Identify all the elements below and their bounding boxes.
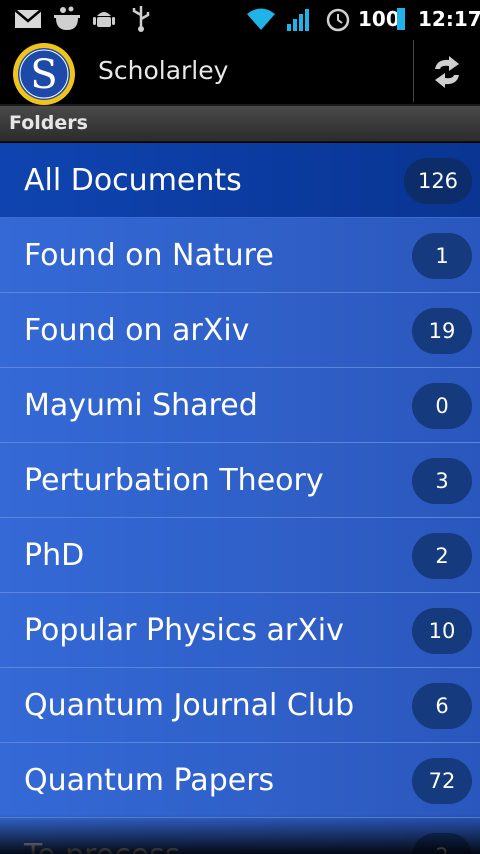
action-bar: S Scholarley <box>0 38 480 106</box>
cauldron-icon <box>54 6 80 30</box>
folder-count-badge: 19 <box>412 308 472 354</box>
folder-row-mayumi-shared[interactable]: Mayumi Shared 0 <box>0 368 480 443</box>
folder-row-quantum-journal-club[interactable]: Quantum Journal Club 6 <box>0 668 480 743</box>
folder-row-phd[interactable]: PhD 2 <box>0 518 480 593</box>
folder-label: Popular Physics arXiv <box>24 613 344 648</box>
clock: 12:17 <box>418 7 480 31</box>
folder-count-badge: 6 <box>412 683 472 729</box>
folder-label: Mayumi Shared <box>24 388 258 423</box>
folder-label: Found on arXiv <box>24 313 250 348</box>
folder-label: Quantum Papers <box>24 763 275 798</box>
app-title: Scholarley <box>98 56 229 85</box>
folder-label: PhD <box>24 538 85 573</box>
folder-row-found-on-arxiv[interactable]: Found on arXiv 19 <box>0 293 480 368</box>
folders-section-header: Folders <box>0 106 480 142</box>
refresh-button[interactable] <box>414 38 480 106</box>
folder-count-badge: 2 <box>412 833 472 854</box>
folder-label: All Documents <box>24 163 242 198</box>
section-title: Folders <box>9 112 88 134</box>
folder-count-badge: 10 <box>412 608 472 654</box>
usb-icon <box>132 6 150 32</box>
android-debug-icon <box>93 12 115 27</box>
refresh-icon <box>435 56 459 88</box>
folder-count-badge: 0 <box>412 383 472 429</box>
folder-label: To process <box>24 838 180 854</box>
gmail-icon <box>14 9 42 28</box>
folder-row-to-process[interactable]: To process 2 <box>0 818 480 854</box>
signal-icon <box>287 9 309 31</box>
folder-row-all-documents[interactable]: All Documents 126 <box>0 143 480 218</box>
folder-label: Quantum Journal Club <box>24 688 355 723</box>
battery-level: 100 <box>358 7 400 31</box>
folder-row-perturbation-theory[interactable]: Perturbation Theory 3 <box>0 443 480 518</box>
folder-count-badge: 72 <box>412 758 472 804</box>
alarm-icon <box>326 8 350 32</box>
folder-row-quantum-papers[interactable]: Quantum Papers 72 <box>0 743 480 818</box>
app-logo-icon[interactable]: S <box>11 41 77 107</box>
battery-icon <box>397 8 405 30</box>
status-bar: 100 12:17 <box>0 0 480 38</box>
folder-count-badge: 2 <box>412 533 472 579</box>
folder-label: Found on Nature <box>24 238 274 273</box>
logo-letter: S <box>30 52 57 98</box>
folder-count-badge: 1 <box>412 233 472 279</box>
wifi-icon <box>247 8 275 30</box>
folder-label: Perturbation Theory <box>24 463 324 498</box>
folder-row-found-on-nature[interactable]: Found on Nature 1 <box>0 218 480 293</box>
folder-row-popular-physics-arxiv[interactable]: Popular Physics arXiv 10 <box>0 593 480 668</box>
folder-count-badge: 3 <box>412 458 472 504</box>
folder-list[interactable]: All Documents 126 Found on Nature 1 Foun… <box>0 143 480 854</box>
folder-count-badge: 126 <box>404 158 472 204</box>
